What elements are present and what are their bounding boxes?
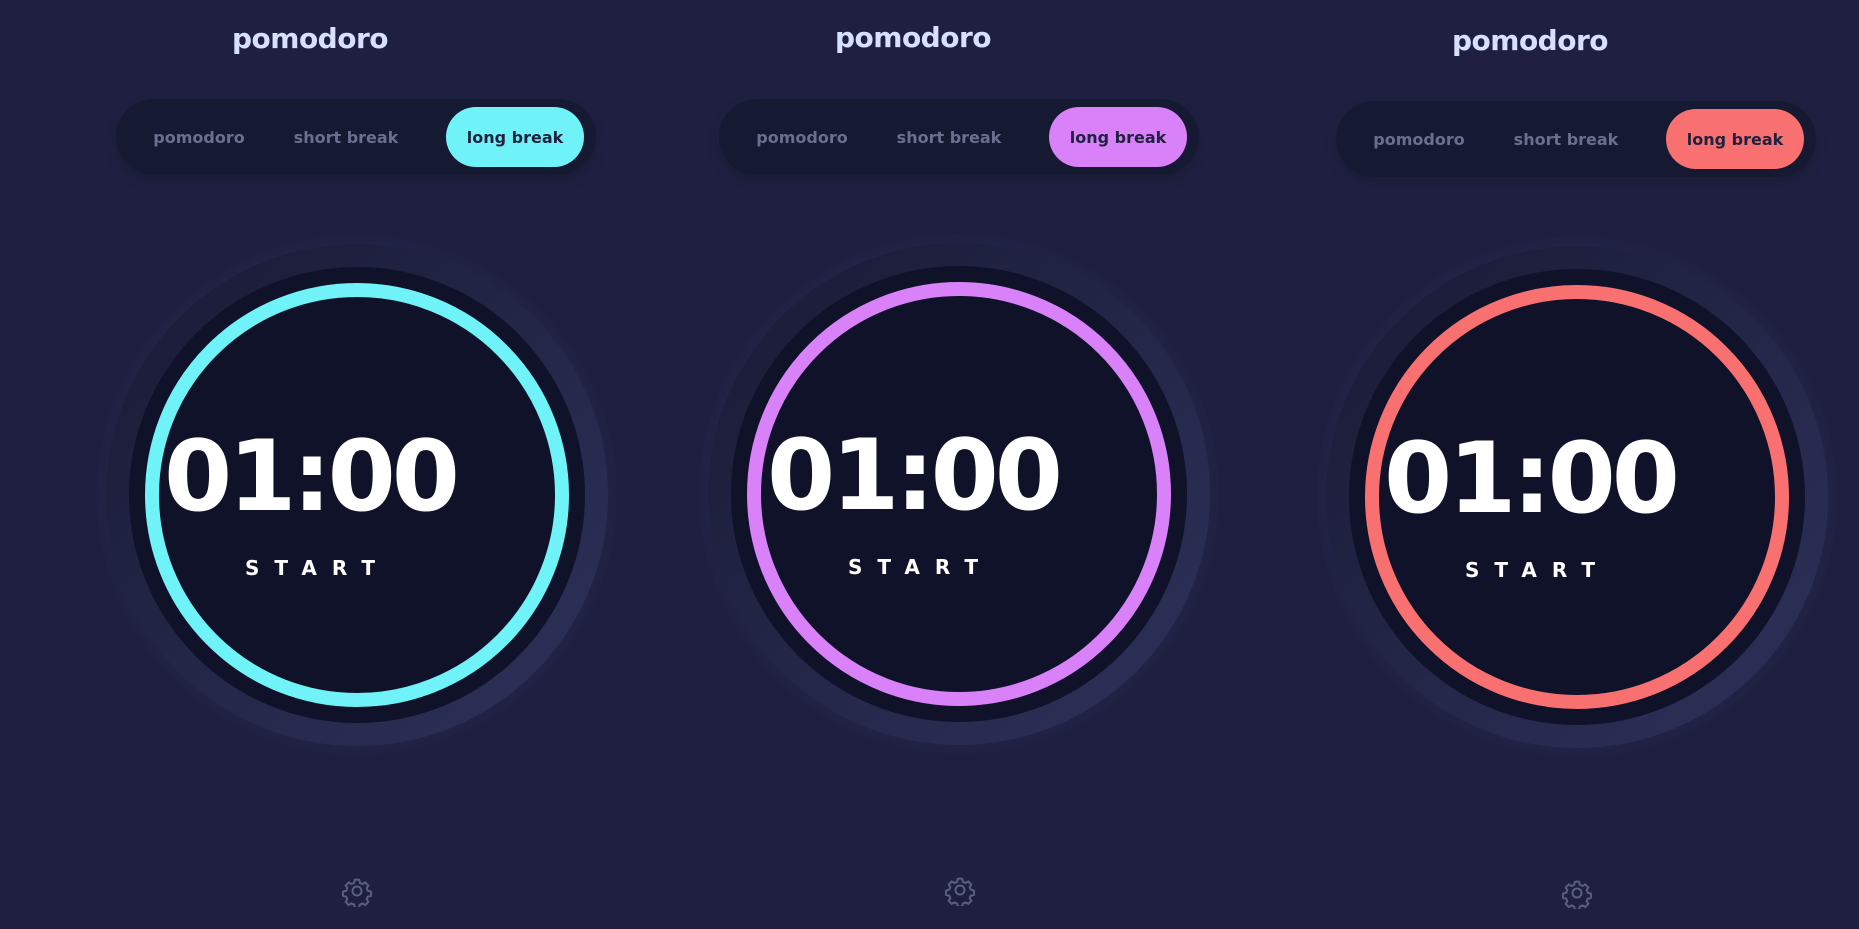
- mode-tabs: pomodoro short break long break: [116, 99, 596, 175]
- timer-display: 01:00: [164, 420, 460, 534]
- app-title: pomodoro: [231, 22, 389, 55]
- gear-icon[interactable]: [1561, 877, 1593, 911]
- gear-icon[interactable]: [944, 874, 976, 908]
- tab-pomodoro[interactable]: pomodoro: [737, 107, 867, 167]
- mode-tabs: pomodoro short break long break: [1336, 101, 1816, 177]
- timer-display: 01:00: [1384, 422, 1680, 536]
- start-button[interactable]: START: [1220, 558, 1840, 582]
- tab-long-break[interactable]: long break: [1666, 109, 1804, 169]
- timer-panel-purple: pomodoro pomodoro short break long break…: [603, 0, 1223, 929]
- start-button[interactable]: START: [603, 555, 1223, 579]
- tab-pomodoro[interactable]: pomodoro: [1354, 109, 1484, 169]
- tab-short-break[interactable]: short break: [877, 107, 1021, 167]
- start-button[interactable]: START: [0, 556, 620, 580]
- tab-short-break[interactable]: short break: [274, 107, 418, 167]
- app-title: pomodoro: [1451, 24, 1609, 57]
- tab-short-break[interactable]: short break: [1494, 109, 1638, 169]
- app-title: pomodoro: [834, 21, 992, 54]
- timer-panel-red: pomodoro pomodoro short break long break…: [1220, 0, 1840, 929]
- mode-tabs: pomodoro short break long break: [719, 99, 1199, 175]
- tab-long-break[interactable]: long break: [1049, 107, 1187, 167]
- timer-panel-cyan: pomodoro pomodoro short break long break…: [0, 0, 620, 929]
- tab-pomodoro[interactable]: pomodoro: [134, 107, 264, 167]
- tab-long-break[interactable]: long break: [446, 107, 584, 167]
- timer-display: 01:00: [767, 419, 1063, 533]
- gear-icon[interactable]: [341, 875, 373, 909]
